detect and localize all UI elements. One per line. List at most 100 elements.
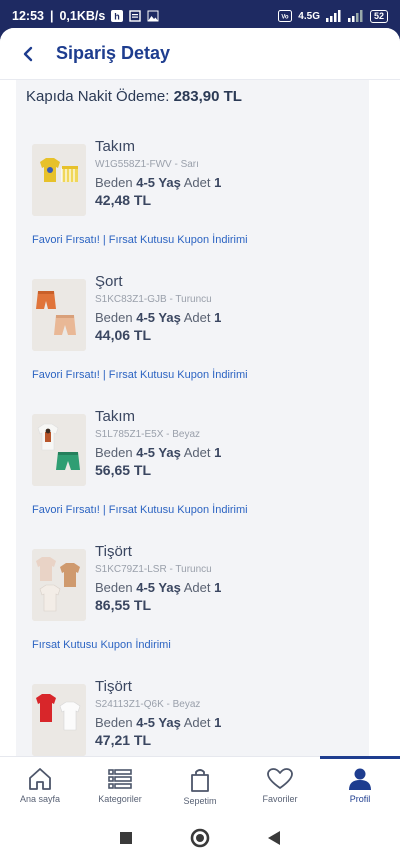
- item-meta: Beden 4-5 Yaş Adet 1: [95, 310, 221, 325]
- product-image[interactable]: [32, 144, 86, 216]
- nav-home[interactable]: Ana sayfa: [0, 757, 80, 814]
- app-header: Sipariş Detay: [0, 28, 400, 80]
- back-button[interactable]: [6, 32, 50, 76]
- item-promo: Fırsat Kutusu Kupon İndirimi: [32, 639, 171, 651]
- notification-h-icon: h: [111, 10, 124, 22]
- payment-amount: 283,90 TL: [173, 88, 242, 105]
- network-type: 4.5G: [298, 10, 320, 22]
- recent-apps-button[interactable]: [119, 831, 133, 850]
- order-content[interactable]: Kapıda Nakit Ödeme: 283,90 TL Takım W1G5…: [0, 80, 400, 756]
- qty-label: Adet: [183, 175, 211, 190]
- qty-value: 1: [214, 580, 222, 595]
- item-code: S1L785Z1-E5X - Beyaz: [95, 429, 201, 440]
- item-name: Takım: [95, 138, 136, 155]
- item-promo: Favori Fırsatı! | Fırsat Kutusu Kupon İn…: [32, 504, 248, 516]
- nav-favorites-label: Favoriler: [262, 794, 298, 804]
- item-name: Takım: [95, 408, 136, 425]
- order-detail-screen: Sipariş Detay Kapıda Nakit Ödeme: 283,90…: [0, 28, 400, 866]
- order-items-panel: Kapıda Nakit Ödeme: 283,90 TL Takım W1G5…: [16, 80, 369, 756]
- item-price: 42,48 TL: [95, 192, 152, 208]
- svg-text:Vo: Vo: [282, 15, 290, 21]
- back-system-button[interactable]: [267, 830, 281, 851]
- item-code: S1KC83Z1-GJB - Turuncu: [95, 294, 212, 305]
- qty-value: 1: [214, 175, 222, 190]
- item-meta: Beden 4-5 Yaş Adet 1: [95, 445, 221, 460]
- notification-doc-icon: [129, 10, 142, 22]
- item-code: S24113Z1-Q6K - Beyaz: [95, 699, 201, 710]
- triangle-back-icon: [268, 830, 281, 845]
- nav-categories[interactable]: Kategoriler: [80, 757, 160, 814]
- red-white-tshirts-image: [32, 684, 86, 756]
- nav-profile[interactable]: Profil: [320, 756, 400, 814]
- square-icon: [119, 831, 132, 844]
- item-info: Tişört S24113Z1-Q6K - Beyaz Beden 4-5 Ya…: [95, 678, 221, 748]
- categories-icon: [108, 769, 132, 789]
- chevron-left-icon: [23, 46, 33, 61]
- page-title: Sipariş Detay: [56, 43, 171, 63]
- size-label: Beden: [95, 715, 133, 730]
- signal-2-icon: [347, 10, 363, 22]
- qty-label: Adet: [183, 445, 211, 460]
- size-value: 4-5 Yaş: [136, 310, 181, 325]
- payment-label: Kapıda Nakit Ödeme:: [26, 88, 170, 105]
- system-navigation-bar: [0, 814, 400, 866]
- nav-home-label: Ana sayfa: [19, 794, 61, 804]
- product-image[interactable]: [32, 279, 86, 351]
- item-name: Tişört: [95, 678, 132, 695]
- item-name: Şort: [95, 273, 123, 290]
- status-speed: 0,1KB/s: [59, 9, 106, 23]
- home-button[interactable]: [190, 828, 210, 853]
- item-info: Takım S1L785Z1-E5X - Beyaz Beden 4-5 Yaş…: [95, 408, 221, 478]
- profile-icon: [349, 768, 371, 790]
- home-icon: [29, 768, 51, 790]
- item-info: Tişört S1KC79Z1-LSR - Turuncu Beden 4-5 …: [95, 543, 221, 613]
- notification-image-icon: [147, 10, 159, 22]
- white-green-set-image: [32, 414, 86, 486]
- product-image[interactable]: [32, 549, 86, 621]
- size-value: 4-5 Yaş: [136, 445, 181, 460]
- volte-icon: Vo: [278, 10, 293, 22]
- status-time: 12:53: [12, 9, 44, 23]
- item-promo: Favori Fırsatı! | Fırsat Kutusu Kupon İn…: [32, 369, 248, 381]
- size-label: Beden: [95, 175, 133, 190]
- status-separator: |: [49, 9, 54, 23]
- item-price: 56,65 TL: [95, 462, 152, 478]
- nav-favorites[interactable]: Favoriler: [240, 757, 320, 814]
- item-code: S1KC79Z1-LSR - Turuncu: [95, 564, 212, 575]
- qty-label: Adet: [183, 715, 211, 730]
- item-info: Takım W1G558Z1-FWV - Sarı Beden 4-5 Yaş …: [95, 138, 221, 208]
- size-value: 4-5 Yaş: [136, 715, 181, 730]
- qty-label: Adet: [183, 310, 211, 325]
- circle-icon: [190, 828, 210, 847]
- size-value: 4-5 Yaş: [136, 175, 181, 190]
- item-meta: Beden 4-5 Yaş Adet 1: [95, 580, 221, 595]
- qty-value: 1: [214, 715, 222, 730]
- item-promo: Favori Fırsatı! | Fırsat Kutusu Kupon İn…: [32, 234, 248, 246]
- size-value: 4-5 Yaş: [136, 580, 181, 595]
- size-label: Beden: [95, 580, 133, 595]
- qty-value: 1: [214, 310, 222, 325]
- product-image[interactable]: [32, 414, 86, 486]
- nav-cart[interactable]: Sepetim: [160, 757, 240, 814]
- size-label: Beden: [95, 310, 133, 325]
- qty-label: Adet: [183, 580, 211, 595]
- qty-value: 1: [214, 445, 222, 460]
- yellow-set-image: [32, 144, 86, 216]
- product-image[interactable]: [32, 684, 86, 756]
- item-price: 47,21 TL: [95, 732, 152, 748]
- item-meta: Beden 4-5 Yaş Adet 1: [95, 715, 221, 730]
- svg-text:h: h: [115, 12, 121, 22]
- nav-cart-label: Sepetim: [183, 796, 217, 806]
- item-price: 86,55 TL: [95, 597, 152, 613]
- size-label: Beden: [95, 445, 133, 460]
- battery-indicator: 52: [369, 9, 388, 23]
- nav-profile-label: Profil: [349, 794, 371, 804]
- orange-shorts-image: [32, 279, 86, 351]
- nav-categories-label: Kategoriler: [98, 794, 142, 804]
- heart-icon: [267, 768, 293, 789]
- tshirts-image: [32, 549, 86, 621]
- item-info: Şort S1KC83Z1-GJB - Turuncu Beden 4-5 Ya…: [95, 273, 221, 343]
- cart-bag-icon: [191, 769, 209, 792]
- item-meta: Beden 4-5 Yaş Adet 1: [95, 175, 221, 190]
- payment-summary: Kapıda Nakit Ödeme: 283,90 TL: [26, 88, 242, 105]
